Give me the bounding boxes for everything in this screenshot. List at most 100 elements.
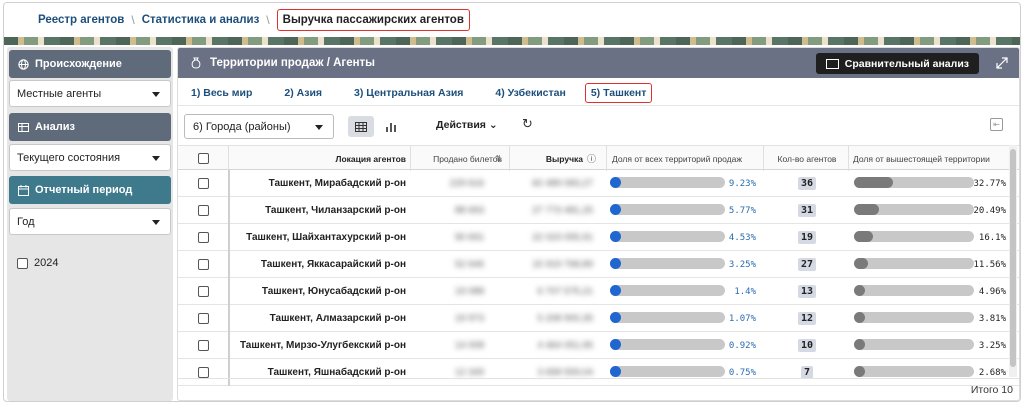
share-parent-bar (854, 285, 974, 296)
table-view-button[interactable] (348, 116, 374, 137)
revenue-cell: 6 707 575,21 (537, 286, 593, 297)
tickets-cell: 88 693 (454, 205, 484, 216)
share-parent-bar (854, 339, 974, 350)
share-all-bar (610, 231, 725, 242)
location-cell: Ташкент, Мирзо-Улугбекский р-он (239, 340, 406, 351)
export-icon[interactable]: ⇤ (990, 118, 1003, 131)
table-icon (355, 121, 367, 132)
origin-header: Происхождение (9, 50, 171, 78)
revenue-cell: 4 464 051,95 (537, 340, 593, 351)
expand-icon[interactable] (995, 56, 1009, 70)
row-checkbox[interactable] (198, 197, 210, 224)
tab-central-asia[interactable]: 3) Центральная Азия (349, 84, 468, 102)
tab-asia[interactable]: 2) Азия (279, 84, 327, 102)
territory-tabs: 1) Весь мир 2) Азия 3) Центральная Азия … (178, 80, 1019, 106)
agents-count-badge: 13 (797, 285, 817, 298)
analysis-header: Анализ (9, 113, 171, 141)
tab-tashkent[interactable]: 5) Ташкент (584, 82, 653, 103)
compare-analysis-button[interactable]: Сравнительный анализ (815, 53, 979, 74)
column-tickets[interactable]: Продано билетов (414, 146, 502, 171)
tab-world[interactable]: 1) Весь мир (186, 84, 257, 102)
agents-count-cell: 10 (766, 332, 848, 359)
location-cell: Ташкент, Яккасарайский р-он (260, 259, 406, 270)
share-parent-cell: 11.56% (973, 259, 1006, 270)
column-share-all[interactable]: Доля от всех территорий продаж (612, 146, 772, 171)
bar-chart-icon (386, 122, 396, 132)
column-share-parent[interactable]: Доля от вышестоящей территории (853, 146, 1013, 171)
analysis-label: Анализ (35, 121, 75, 133)
breadcrumb-statistics[interactable]: Статистика и анализ (142, 14, 260, 26)
agents-count-badge: 31 (797, 204, 817, 217)
share-parent-bar (854, 231, 974, 242)
location-cell: Ташкент, Юнусабадский р-он (261, 286, 406, 297)
origin-label: Происхождение (35, 58, 122, 70)
column-divider (763, 146, 764, 171)
refresh-icon[interactable]: ↻ (522, 116, 533, 132)
tickets-cell: 52 646 (454, 259, 484, 270)
chevron-down-icon (152, 220, 160, 225)
info-icon[interactable]: ⓘ (587, 146, 599, 171)
app-frame: Реестр агентов \ Статистика и анализ \ В… (3, 2, 1021, 402)
chevron-down-icon: ⌄ (488, 119, 498, 131)
table-row[interactable]: Ташкент, Чиланзарский р-он 88 693 27 773 4… (178, 197, 1019, 224)
row-checkbox[interactable] (198, 278, 210, 305)
analysis-select[interactable]: Текущего состояния (9, 144, 171, 171)
row-checkbox[interactable] (198, 170, 210, 197)
main-panel: Территории продаж / Агенты Сравнительный… (177, 47, 1020, 401)
select-all-checkbox[interactable] (198, 146, 210, 171)
period-header: Отчетный период (9, 176, 171, 204)
breadcrumb-agent-registry[interactable]: Реестр агентов (38, 14, 124, 26)
revenue-cell: 22 023 055,91 (532, 232, 593, 243)
share-all-bar (610, 204, 725, 215)
column-location[interactable]: Локация агентов (230, 146, 406, 171)
sort-icon[interactable]: ⇅ (495, 146, 505, 171)
table-row[interactable]: Ташкент, Мирабадский р-он 229 616 60 489 0… (178, 170, 1019, 197)
agents-count-cell: 36 (766, 170, 848, 197)
period-value: Год (17, 215, 35, 228)
tickets-cell: 19 973 (454, 313, 484, 324)
actions-menu[interactable]: Действия ⌄ (436, 119, 498, 131)
money-bag-icon (190, 57, 202, 69)
column-divider (509, 146, 510, 171)
row-checkbox[interactable] (198, 224, 210, 251)
scrollbar-thumb[interactable] (1010, 149, 1016, 367)
tab-uzbekistan[interactable]: 4) Узбекистан (490, 84, 570, 102)
year-2024-option[interactable]: 2024 (17, 257, 58, 269)
origin-select[interactable]: Местные агенты (9, 80, 171, 107)
row-checkbox[interactable] (198, 251, 210, 278)
column-agents[interactable]: Кол-во агентов (766, 146, 848, 171)
calendar-icon (18, 184, 29, 196)
level-select[interactable]: 6) Города (районы) (184, 114, 334, 139)
share-all-cell: 5.77% (728, 205, 756, 216)
agents-count-cell: 27 (766, 251, 848, 278)
column-divider (848, 146, 849, 171)
share-parent-cell: 3.25% (978, 340, 1006, 351)
grid-chart-icon (825, 58, 839, 69)
row-checkbox[interactable] (198, 332, 210, 359)
share-all-cell: 1.4% (734, 286, 756, 297)
agents-count-badge: 19 (797, 231, 817, 244)
row-checkbox[interactable] (198, 305, 210, 332)
table-scrollbar[interactable] (1009, 145, 1017, 377)
column-divider (410, 146, 411, 171)
agents-count-cell: 19 (766, 224, 848, 251)
table-row[interactable]: Ташкент, Мирзо-Улугбекский р-он 14 008 4 4… (178, 332, 1019, 359)
table-row[interactable]: Ташкент, Алмазарский р-он 19 973 5 208 900… (178, 305, 1019, 332)
table-row[interactable]: Ташкент, Юнусабадский р-он 19 088 6 707 57… (178, 278, 1019, 305)
share-parent-cell: 4.96% (978, 286, 1006, 297)
share-all-cell: 4.53% (728, 232, 756, 243)
revenue-cell: 15 919 768,89 (532, 259, 593, 270)
share-all-bar (610, 339, 725, 350)
year-2024-checkbox[interactable] (17, 257, 28, 269)
period-select[interactable]: Год (9, 208, 171, 235)
share-all-bar-fill (610, 258, 621, 269)
share-parent-bar-fill (854, 231, 874, 242)
table-row[interactable]: Ташкент, Яккасарайский р-он 52 646 15 919 … (178, 251, 1019, 278)
chart-view-button[interactable] (378, 116, 404, 137)
location-cell: Ташкент, Шайхантахурский р-он (246, 232, 406, 243)
breadcrumb: Реестр агентов \ Статистика и анализ \ В… (4, 3, 1020, 37)
share-parent-bar-fill (854, 285, 865, 296)
table-row[interactable]: Ташкент, Шайхантахурский р-он 90 691 22 02… (178, 224, 1019, 251)
agents-count-badge: 27 (797, 258, 817, 271)
column-revenue[interactable]: Выручка (513, 146, 583, 171)
